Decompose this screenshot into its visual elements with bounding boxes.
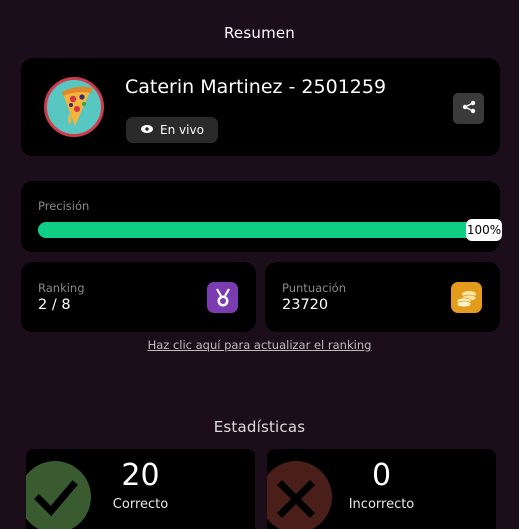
incorrect-label: Incorrecto [348, 497, 415, 512]
correct-count: 20 [121, 458, 160, 493]
refresh-ranking-link[interactable]: Haz clic aquí para actualizar el ranking [0, 338, 519, 352]
score-card: Puntuación 23720 [265, 262, 500, 332]
profile-card: Caterin Martinez - 2501259 En vivo [21, 58, 500, 156]
summary-title: Resumen [223, 24, 296, 42]
pizza-icon [44, 77, 104, 137]
live-status-badge: En vivo [126, 117, 218, 143]
precision-bar-fill [38, 222, 484, 238]
ranking-label: Ranking [38, 281, 85, 295]
incorrect-count: 0 [371, 458, 392, 493]
correct-label: Correcto [112, 497, 169, 512]
precision-bar [38, 222, 484, 238]
statistics-title: Estadísticas [213, 418, 306, 436]
share-icon [462, 99, 476, 118]
share-button[interactable] [453, 93, 484, 124]
correct-stat-card: 20 Correcto [26, 449, 255, 529]
live-status-label: En vivo [160, 123, 204, 137]
participant-name: Caterin Martinez - 2501259 [125, 76, 387, 98]
incorrect-stat-card: 0 Incorrecto [267, 449, 496, 529]
live-icon [140, 123, 154, 137]
score-label: Puntuación [282, 281, 346, 295]
coins-icon [451, 282, 482, 313]
precision-percent: 100% [466, 219, 502, 241]
ranking-value: 2 / 8 [38, 297, 71, 313]
medal-icon [207, 282, 238, 313]
precision-label: Precisión [38, 199, 90, 213]
ranking-card: Ranking 2 / 8 [21, 262, 256, 332]
precision-card: Precisión 100% [21, 181, 502, 252]
score-value: 23720 [282, 297, 329, 313]
